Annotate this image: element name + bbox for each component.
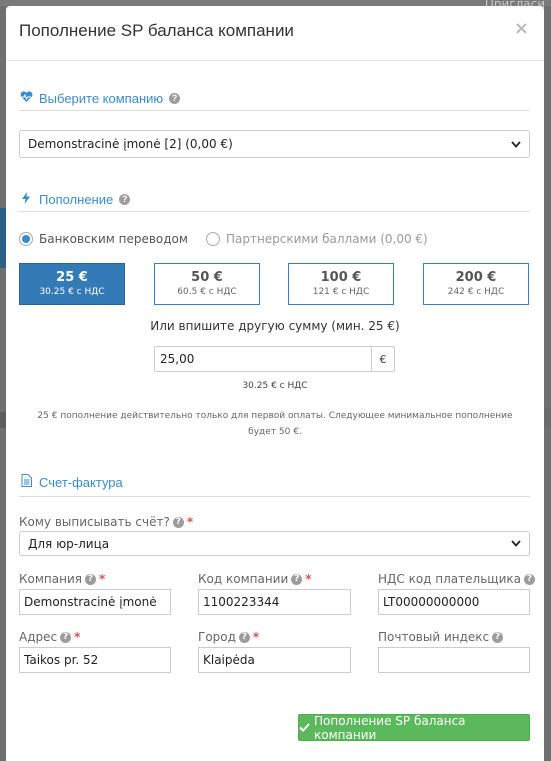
backdrop-right-text: [543, 408, 551, 428]
submit-button[interactable]: Пополнение SP баланса компании: [298, 713, 530, 742]
company-code-label: Код компании: [198, 572, 289, 586]
topup-note: 25 € пополнение действительно только для…: [37, 411, 513, 437]
submit-label: Пополнение SP баланса компании: [314, 713, 466, 742]
chevron-down-icon: [511, 537, 521, 550]
address-field[interactable]: Taikos pr. 52: [19, 647, 171, 673]
help-icon[interactable]: ?: [169, 92, 181, 104]
recipient-label: Кому выписывать счёт?: [19, 515, 170, 529]
vat-code-value: LT00000000000: [383, 595, 480, 609]
company-section-title: Выберите компанию ?: [19, 86, 530, 111]
topup-section: Пополнение ?: [19, 187, 530, 212]
bolt-icon: [19, 191, 33, 207]
check-icon: [299, 721, 310, 735]
topup-modal: Пополнение SP баланса компании × Выберит…: [6, 6, 544, 761]
payment-method-group: Банковским переводом Партнерскими баллам…: [19, 232, 428, 246]
amount-value: 50 €: [191, 270, 223, 285]
address-value: Taikos pr. 52: [24, 653, 99, 667]
partner-points-label[interactable]: Партнерскими баллами (0,00 €): [226, 232, 428, 246]
amount-value: 25 €: [56, 270, 88, 285]
required-marker: *: [252, 630, 260, 644]
city-label: Город: [198, 630, 236, 644]
amount-option-200[interactable]: 200 € 242 € с НДС: [423, 263, 529, 305]
company-code-field[interactable]: 1100223344: [198, 589, 351, 615]
amount-vat: 121 € с НДС: [312, 287, 370, 297]
help-icon[interactable]: ?: [60, 631, 72, 643]
vat-code-label-wrap: НДС код плательщика ?: [378, 572, 535, 586]
help-icon[interactable]: ?: [523, 573, 535, 585]
modal-header: Пополнение SP баланса компании ×: [6, 6, 544, 61]
custom-amount-vat: 30.25 € с НДС: [242, 381, 308, 391]
address-label: Адрес: [19, 630, 58, 644]
postal-label-wrap: Почтовый индекс ?: [378, 630, 504, 644]
help-icon[interactable]: ?: [291, 573, 303, 585]
invoice-section-title: Счет-фактура: [19, 468, 530, 497]
company-code-label-wrap: Код компании ? *: [198, 572, 312, 586]
help-icon[interactable]: ?: [119, 193, 131, 205]
company-select-value: Demonstracinė įmonė [2] (0,00 €): [28, 137, 233, 151]
amount-option-25[interactable]: 25 € 30.25 € с НДС: [19, 263, 125, 305]
topup-section-label: Пополнение: [39, 191, 114, 207]
company-name-label-wrap: Компания ? *: [19, 572, 105, 586]
company-section-label: Выберите компанию: [39, 90, 164, 106]
required-marker: *: [98, 572, 106, 586]
company-name-value: Demonstracinė įmonė: [24, 595, 157, 609]
vat-code-field[interactable]: LT00000000000: [378, 589, 530, 615]
amount-value: 200 €: [455, 270, 497, 285]
recipient-select[interactable]: Для юр-лица: [19, 531, 530, 556]
help-icon[interactable]: ?: [492, 631, 504, 643]
help-icon[interactable]: ?: [84, 573, 96, 585]
required-marker: *: [186, 515, 194, 529]
address-label-wrap: Адрес ? *: [19, 630, 80, 644]
company-code-value: 1100223344: [203, 595, 280, 609]
required-marker: *: [74, 630, 81, 644]
amount-option-50[interactable]: 50 € 60.5 € с НДС: [154, 263, 260, 305]
custom-amount-input[interactable]: 25,00 €: [154, 346, 395, 372]
city-field[interactable]: Klaipėda: [198, 647, 351, 673]
amount-option-100[interactable]: 100 € 121 € с НДС: [288, 263, 394, 305]
invoice-section-label: Счет-фактура: [39, 474, 123, 490]
company-name-field[interactable]: Demonstracinė įmonė: [19, 589, 171, 615]
amount-vat: 60.5 € с НДС: [177, 287, 237, 297]
city-value: Klaipėda: [203, 653, 255, 667]
amount-vat: 242 € с НДС: [447, 287, 505, 297]
chevron-down-icon: [511, 138, 521, 151]
radio-partner-points[interactable]: [205, 232, 220, 246]
postal-field[interactable]: [378, 647, 530, 673]
required-marker: *: [305, 572, 312, 586]
close-icon[interactable]: ×: [514, 18, 529, 39]
topup-section-title: Пополнение ?: [19, 187, 530, 212]
city-label-wrap: Город ? *: [198, 630, 259, 644]
invoice-section: Счет-фактура: [19, 468, 530, 497]
help-icon[interactable]: ?: [238, 631, 250, 643]
modal-title: Пополнение SP баланса компании: [19, 21, 294, 40]
recipient-select-value: Для юр-лица: [28, 536, 110, 551]
company-select[interactable]: Demonstracinė įmonė [2] (0,00 €): [19, 130, 530, 158]
company-section: Выберите компанию ?: [19, 86, 530, 111]
amount-value: 100 €: [320, 270, 362, 285]
custom-amount-prompt: Или впишите другую сумму (мин. 25 €): [150, 319, 400, 333]
heartbeat-icon: [19, 90, 33, 106]
help-icon[interactable]: ?: [172, 516, 184, 528]
postal-label: Почтовый индекс: [378, 630, 490, 644]
document-icon: [19, 474, 33, 490]
currency-addon: €: [371, 347, 394, 371]
recipient-label-wrap: Кому выписывать счёт? ? *: [19, 515, 193, 529]
custom-amount-value[interactable]: 25,00: [155, 352, 371, 366]
amount-vat: 30.25 € с НДС: [39, 287, 105, 297]
company-name-label: Компания: [19, 572, 82, 586]
radio-bank-transfer[interactable]: [19, 232, 33, 246]
vat-code-label: НДС код плательщика: [378, 572, 521, 586]
bank-transfer-label[interactable]: Банковским переводом: [39, 232, 188, 246]
